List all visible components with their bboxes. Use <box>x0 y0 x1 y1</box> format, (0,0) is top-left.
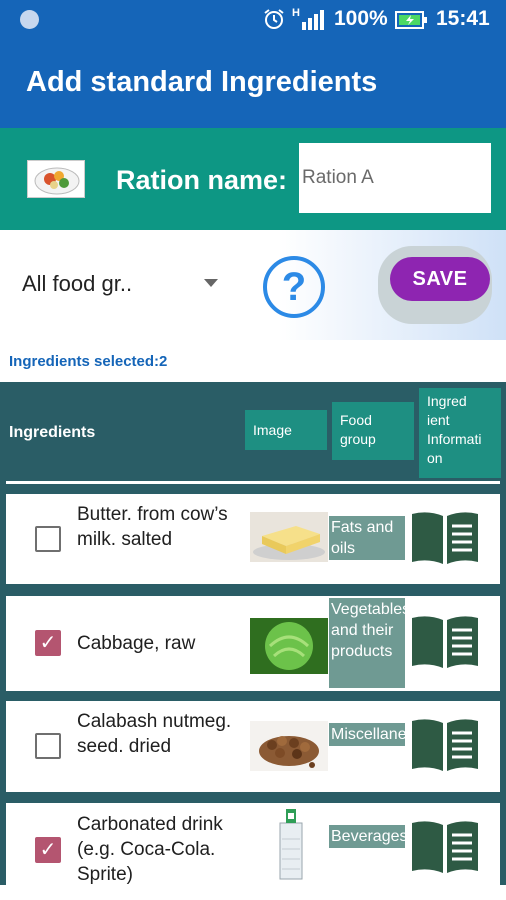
column-header-ingredients: Ingredients <box>9 424 96 441</box>
signal-icon <box>302 10 324 30</box>
column-header-image: Image <box>245 410 327 450</box>
book-icon[interactable] <box>408 717 482 775</box>
ingredients-table: Ingredients Image Food group Ingred ient… <box>0 382 506 885</box>
notification-dot-icon <box>20 10 39 29</box>
book-icon[interactable] <box>408 614 482 672</box>
status-bar: H 100% 15:41 <box>0 0 506 40</box>
column-header-food-group: Food group <box>332 402 414 460</box>
food-group-cell: Vegetables and their products <box>329 598 410 688</box>
header-divider <box>6 481 500 484</box>
ingredient-name: Cabbage, raw <box>77 633 196 654</box>
save-button-container: SAVE <box>378 246 492 324</box>
network-type-label: H <box>292 7 300 19</box>
food-group-cell: Miscellaneous <box>329 723 432 746</box>
ration-plate-icon <box>27 160 85 198</box>
column-header-information: Ingred ient Informati on <box>419 388 501 478</box>
chevron-down-icon <box>204 279 218 287</box>
app-bar: Add standard Ingredients <box>0 40 506 128</box>
page-title: Add standard Ingredients <box>26 66 378 98</box>
row-checkbox[interactable] <box>35 733 61 759</box>
table-row[interactable]: ✓ Carbonated drink (e.g. Coca-Cola. Spri… <box>6 803 500 885</box>
ingredient-name: Carbonated drink (e.g. Coca-Cola. Sprite… <box>77 814 223 885</box>
soda-glass-image <box>268 809 312 881</box>
save-button[interactable]: SAVE <box>390 257 490 301</box>
food-group-cell: Fats and oils <box>329 516 405 560</box>
battery-percent: 100% <box>334 7 388 30</box>
ration-name-bar: Ration name: <box>0 128 506 230</box>
row-checkbox[interactable]: ✓ <box>35 630 61 656</box>
table-row[interactable]: Calabash nutmeg. seed. dried Miscellaneo… <box>6 701 500 792</box>
battery-charging-icon <box>395 11 427 29</box>
table-row[interactable]: Butter. from cow’s milk. salted Fats and… <box>6 494 500 584</box>
ingredient-name: Butter. from cow’s milk. salted <box>77 504 228 550</box>
food-group-dropdown[interactable]: All food gr.. <box>22 266 227 302</box>
selected-count-row: Ingredients selected:2 <box>0 340 506 382</box>
help-button[interactable]: ? <box>263 256 325 318</box>
book-icon[interactable] <box>408 819 482 877</box>
ration-name-label: Ration name: <box>116 165 288 195</box>
selected-count-text: Ingredients selected:2 <box>9 353 168 370</box>
ration-name-input[interactable] <box>299 143 491 213</box>
food-group-cell: Beverages <box>329 825 408 848</box>
nutmeg-seeds-image <box>250 721 328 771</box>
row-checkbox[interactable]: ✓ <box>35 837 61 863</box>
table-row[interactable]: ✓ Cabbage, raw Vegetables and their prod… <box>6 596 500 691</box>
cabbage-image <box>250 618 328 674</box>
controls-bar: All food gr.. ? SAVE <box>0 230 506 340</box>
ingredient-name: Calabash nutmeg. seed. dried <box>77 711 232 757</box>
alarm-icon <box>264 9 284 29</box>
book-icon[interactable] <box>408 510 482 568</box>
food-group-selected: All food gr.. <box>22 271 133 296</box>
clock-time: 15:41 <box>436 7 490 30</box>
butter-image <box>250 512 328 562</box>
row-checkbox[interactable] <box>35 526 61 552</box>
